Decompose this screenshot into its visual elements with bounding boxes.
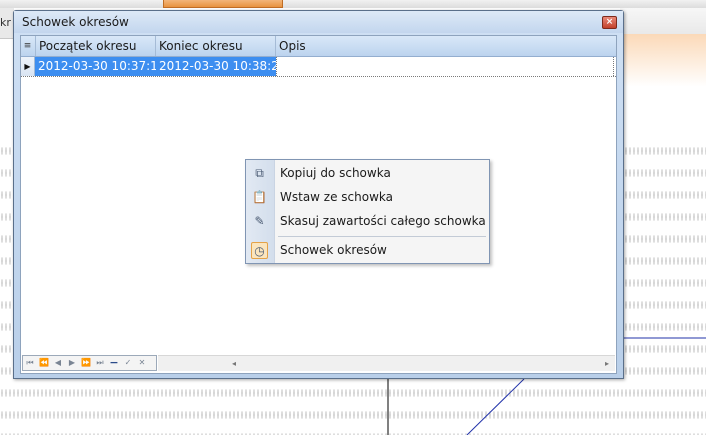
menu-item-period-clipboard-label: Schowek okresów (280, 243, 387, 257)
nav-last-button[interactable]: ⏭ (93, 356, 107, 370)
cell-start[interactable]: 2012-03-30 10:37:10 (35, 57, 156, 76)
column-header-start[interactable]: Początek okresu (36, 36, 156, 56)
table-row[interactable]: ▶ 2012-03-30 10:37:10 2012-03-30 10:38:2… (21, 57, 616, 77)
menu-item-paste[interactable]: 📋 Wstaw ze schowka (246, 186, 489, 209)
nav-prev-button[interactable]: ◀ (51, 356, 65, 370)
horizontal-scrollbar[interactable]: ◂ ▸ (158, 355, 615, 371)
copy-icon: ⧉ (255, 166, 264, 180)
menu-item-period-clipboard[interactable]: ◷ Schowek okresów (246, 239, 489, 262)
nav-prev-page-button[interactable]: ⏪ (37, 356, 51, 370)
menu-item-copy[interactable]: ⧉ Kopiuj do schowka (246, 162, 489, 185)
menu-item-clear-label: Skasuj zawartości całego schowka (280, 214, 486, 228)
background-tab-left[interactable]: kr (0, 8, 14, 39)
nav-next-page-button[interactable]: ⏩ (79, 356, 93, 370)
column-chooser-button[interactable]: ≡ (21, 36, 36, 56)
record-navigator: ⏮ ⏪ ◀ ▶ ⏩ ⏭ − ✓ ✕ (22, 355, 157, 371)
menu-item-paste-label: Wstaw ze schowka (280, 190, 394, 204)
cell-end[interactable]: 2012-03-30 10:38:27 (156, 57, 276, 76)
menu-item-clear[interactable]: ✎ Skasuj zawartości całego schowka (246, 210, 489, 233)
background-ribbon (620, 8, 706, 35)
background-tab-label: kr (0, 16, 11, 29)
nav-post-button[interactable]: ✓ (121, 356, 135, 370)
close-icon: × (605, 17, 614, 27)
nav-next-button[interactable]: ▶ (65, 356, 79, 370)
clear-icon: ✎ (254, 214, 265, 228)
scroll-right-icon[interactable]: ▸ (601, 358, 613, 370)
grid-header: ≡ Początek okresu Koniec okresu Opis (21, 36, 616, 57)
close-button[interactable]: × (602, 16, 617, 29)
dialog-title: Schowek okresów (22, 15, 129, 29)
column-chooser-icon: ≡ (23, 41, 32, 51)
column-header-end[interactable]: Koniec okresu (156, 36, 276, 56)
dialog-titlebar[interactable]: Schowek okresów × (14, 11, 623, 33)
clipboard-period-icon: ◷ (251, 242, 268, 259)
nav-delete-button[interactable]: − (107, 356, 121, 370)
menu-separator (278, 236, 486, 237)
nav-first-button[interactable]: ⏮ (23, 356, 37, 370)
context-menu: ⧉ Kopiuj do schowka 📋 Wstaw ze schowka ✎… (245, 159, 490, 264)
column-header-description-label: Opis (279, 39, 306, 53)
column-header-start-label: Początek okresu (39, 39, 137, 53)
menu-item-copy-label: Kopiuj do schowka (280, 166, 391, 180)
row-indicator-icon: ▶ (21, 57, 35, 76)
column-header-end-label: Koniec okresu (159, 39, 243, 53)
background-active-tab[interactable] (163, 0, 283, 8)
cell-description[interactable] (276, 57, 614, 76)
background-ribbon-panel (620, 34, 706, 130)
column-header-description[interactable]: Opis (276, 36, 616, 56)
background-toolbar (0, 0, 706, 8)
scroll-left-icon[interactable]: ◂ (228, 358, 240, 370)
nav-cancel-button[interactable]: ✕ (135, 356, 149, 370)
paste-icon: 📋 (252, 190, 267, 204)
